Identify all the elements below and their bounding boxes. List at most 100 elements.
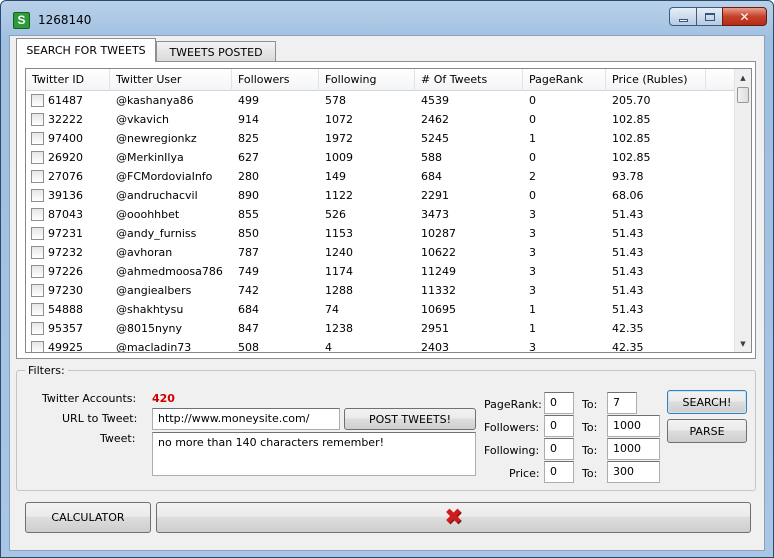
tweet-textarea[interactable]: no more than 140 characters remember! [152,432,476,476]
table-cell: 684 [238,303,259,316]
table-row[interactable]: 87043 @ooohhbet 855 526 3473 3 51.43 [26,205,736,224]
table-cell: 847 [238,322,259,335]
table-cell: 3 [529,284,536,297]
table-row[interactable]: 61487 @kashanya86 499 578 4539 0 205.70 [26,91,736,110]
table-row[interactable]: 97230 @angiealbers 742 1288 11332 3 51.43 [26,281,736,300]
table-cell: 205.70 [612,94,651,107]
search-button[interactable]: SEARCH! [667,390,747,414]
price-from-input[interactable]: 0 [544,461,574,483]
table-row[interactable]: 97400 @newregionkz 825 1972 5245 1 102.85 [26,129,736,148]
table-row[interactable]: 95357 @8015nyny 847 1238 2951 1 42.35 [26,319,736,338]
tab-tweets-posted[interactable]: TWEETS POSTED [156,41,276,62]
table-cell: 51.43 [612,265,644,278]
pagerank-from-input[interactable]: 0 [544,392,574,414]
pagerank-to-input[interactable]: 7 [607,392,637,414]
pagerank-to-label: To: [582,398,598,411]
table-row[interactable]: 97232 @avhoran 787 1240 10622 3 51.43 [26,243,736,262]
table-cell: 1288 [325,284,353,297]
table-cell: 97231 [48,227,83,240]
table-row[interactable]: 97226 @ahmedmoosa786 749 1174 11249 3 51.43 [26,262,736,281]
parse-button[interactable]: PARSE [667,419,747,443]
twitter-accounts-label: Twitter Accounts: [42,392,137,405]
column-header[interactable]: Following [319,69,415,91]
table-cell: 627 [238,151,259,164]
table-cell: 97400 [48,132,83,145]
table-cell: 1238 [325,322,353,335]
table-cell: @angiealbers [116,284,192,297]
table-cell: @FCMordoviaInfo [116,170,213,183]
table-cell: 3473 [421,208,449,221]
table-cell: 0 [529,151,536,164]
following-label: Following: [484,444,540,457]
column-header[interactable]: # Of Tweets [415,69,523,91]
post-tweets-button[interactable]: POST TWEETS! [344,408,476,430]
table-cell: @8015nyny [116,322,182,335]
column-header[interactable]: Price (Rubles) [606,69,706,91]
scroll-down-icon[interactable]: ▼ [735,335,751,352]
table-cell: 11249 [421,265,456,278]
table-cell: @macladin73 [116,341,192,353]
table-body: 61487 @kashanya86 499 578 4539 0 205.70 32222 @v… [26,91,736,353]
minimize-icon [678,18,688,22]
table-cell: 10622 [421,246,456,259]
table-cell: 10287 [421,227,456,240]
table-row[interactable]: 32222 @vkavich 914 1072 2462 0 102.85 [26,110,736,129]
table-cell: 97230 [48,284,83,297]
table-cell: 87043 [48,208,83,221]
table-row[interactable]: 39136 @andruchacvil 890 1122 2291 0 68.06 [26,186,736,205]
table-cell: 0 [529,94,536,107]
maximize-button[interactable] [696,7,722,26]
table-cell: 1240 [325,246,353,259]
table-cell: 3 [529,208,536,221]
twitter-accounts-count: 420 [152,392,175,405]
close-button[interactable]: ✕ [722,7,767,26]
column-header[interactable]: PageRank [523,69,606,91]
table-cell: 0 [529,189,536,202]
table-cell: 51.43 [612,303,644,316]
table-cell: 749 [238,265,259,278]
table-cell: 855 [238,208,259,221]
table-row[interactable]: 49925 @macladin73 508 4 2403 3 42.35 [26,338,736,353]
following-from-input[interactable]: 0 [544,438,574,460]
table-cell: 11332 [421,284,456,297]
column-header[interactable]: Twitter ID [26,69,110,91]
followers-from-input[interactable]: 0 [544,415,574,437]
filters-title: Filters: [25,364,68,377]
table-cell: 32222 [48,113,83,126]
table-row[interactable]: 26920 @MerkinIlya 627 1009 588 0 102.85 [26,148,736,167]
red-x-icon: ✖ [444,504,463,530]
calculator-button[interactable]: CALCULATOR [25,502,151,533]
table-cell: 102.85 [612,151,651,164]
tweet-label: Tweet: [100,432,136,445]
cancel-button[interactable]: ✖ [156,502,751,533]
table-cell: 10695 [421,303,456,316]
table-cell: 280 [238,170,259,183]
scroll-thumb[interactable] [737,87,749,103]
table-row[interactable]: 97231 @andy_furniss 850 1153 10287 3 51.43 [26,224,736,243]
scroll-up-icon[interactable]: ▲ [735,69,751,86]
table-cell: @MerkinIlya [116,151,184,164]
url-input[interactable]: http://www.moneysite.com/ [152,408,340,430]
parse-label: PARSE [689,424,725,438]
tab-panel-search: Twitter ID Twitter User Followers Following… [16,61,756,359]
following-to-input[interactable]: 1000 [607,438,660,460]
table-cell: 499 [238,94,259,107]
table-cell: 3 [529,265,536,278]
table-cell: 850 [238,227,259,240]
vertical-scrollbar[interactable]: ▲ ▼ [734,69,751,352]
column-header[interactable]: Twitter User [110,69,232,91]
title-bar[interactable]: S 1268140 ✕ [1,1,773,35]
price-to-input[interactable]: 300 [607,461,660,483]
table-row[interactable]: 27076 @FCMordoviaInfo 280 149 684 2 93.78 [26,167,736,186]
tab-search-for-tweets[interactable]: SEARCH FOR TWEETS [16,38,156,62]
table-cell: 890 [238,189,259,202]
table-cell: 68.06 [612,189,644,202]
followers-to-input[interactable]: 1000 [607,415,660,437]
table-row[interactable]: 54888 @shakhtysu 684 74 10695 1 51.43 [26,300,736,319]
minimize-button[interactable] [669,7,696,26]
table-cell: 2 [529,170,536,183]
app-icon: S [13,12,30,29]
table-cell: 684 [421,170,442,183]
table-cell: 4 [325,341,332,353]
column-header[interactable]: Followers [232,69,319,91]
